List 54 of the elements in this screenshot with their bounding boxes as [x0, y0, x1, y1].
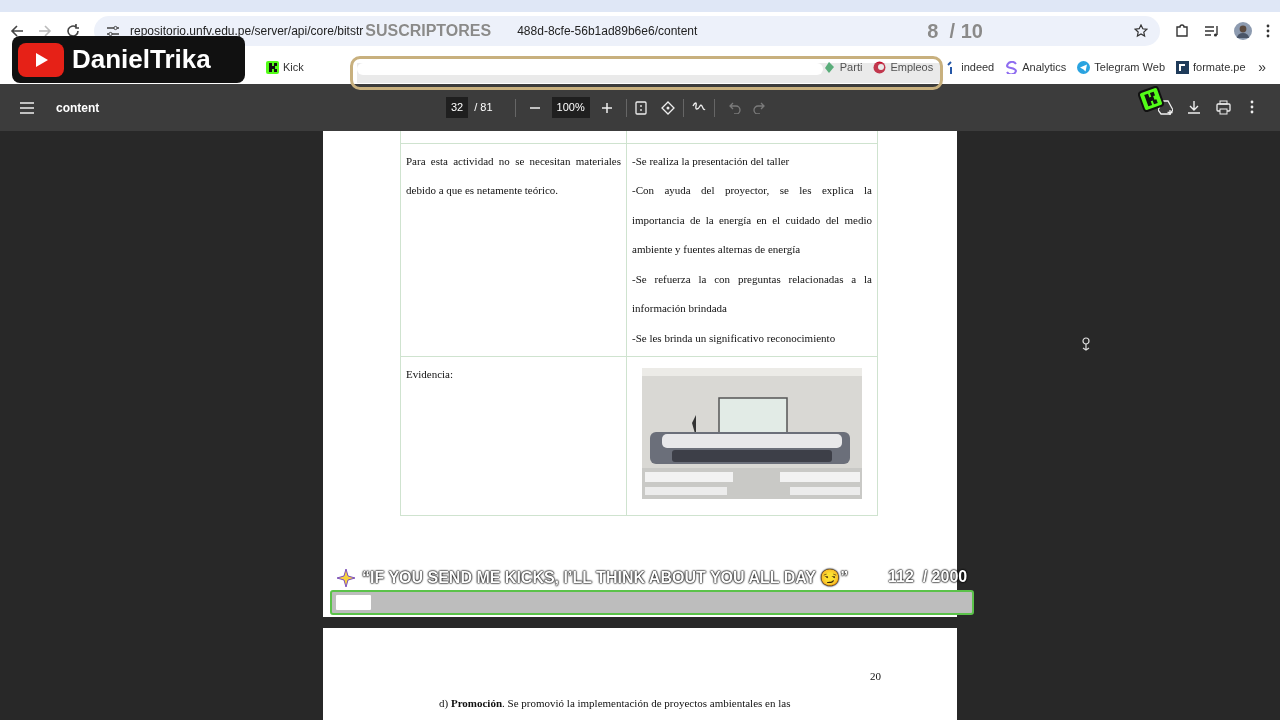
bookmark-link[interactable]: Telegram Web [1077, 58, 1165, 76]
goal-count: 8 / 10 [927, 19, 983, 44]
menu-icon[interactable] [20, 101, 34, 114]
fit-page-icon[interactable] [634, 100, 647, 115]
bookmark-icon [1005, 60, 1019, 74]
kick-icon [1138, 86, 1164, 112]
channel-name: DanielTrika [72, 43, 211, 76]
plus-icon [601, 102, 612, 113]
page-total: / 81 [474, 100, 493, 116]
bookmark-icon [266, 60, 279, 74]
url-text: repositorio.unfv.edu.pe/server/api/core/bitstr [130, 23, 364, 40]
bookmark-link[interactable]: indeed [944, 58, 995, 76]
bookmark-link[interactable]: Parti [822, 58, 863, 76]
download-icon[interactable] [1187, 100, 1202, 115]
bookmark-link[interactable]: Empleos [873, 58, 934, 76]
table-cell-text: -Se les brinda un significativo reconocimiento [632, 330, 837, 346]
page-number-field[interactable]: 32 [446, 97, 469, 118]
bookmark-icon [1176, 60, 1189, 74]
site-settings-icon [106, 25, 120, 37]
back-icon[interactable] [10, 24, 24, 38]
more-bookmarks-button[interactable]: » [1258, 56, 1266, 78]
extensions-icon[interactable] [1174, 23, 1190, 39]
table-cell-text: Para esta actividad no se necesitan materiales debido a que es netamente teórico. [406, 154, 621, 196]
bookmark-link[interactable]: Kick [266, 58, 304, 76]
more-icon[interactable] [1266, 24, 1270, 38]
document-title: content [56, 99, 101, 117]
bookmark-icon [1077, 60, 1091, 74]
zoom-field[interactable]: 100% [551, 97, 590, 118]
table-cell-text: -Se realiza la presentación del taller [632, 153, 791, 169]
url-text: 488d-8cfe-56b1ad89b6e6/content [517, 23, 698, 40]
sparkles-icon [336, 568, 356, 588]
paragraph-text: d) Promoción. Se promovió la implementación de proyectos ambientales en las [439, 696, 791, 709]
bookmark-icon [873, 60, 887, 74]
table-cell-text: Evidencia: [406, 368, 454, 380]
reload-icon[interactable] [66, 24, 80, 38]
bookmark-icon [822, 60, 836, 74]
rotate-icon[interactable] [660, 100, 675, 115]
bookmark-link[interactable]: Analytics [1005, 58, 1067, 76]
table-cell-text: -Con ayuda del proyector, se les explica la importancia de la energía en el cuidado del medio ambiente y fuentes alternas de energía [632, 183, 872, 257]
page-number: 20 [870, 670, 881, 682]
media-icon[interactable] [1204, 24, 1220, 38]
forward-icon[interactable] [38, 24, 52, 38]
star-icon[interactable] [1134, 24, 1148, 38]
table-cell-text: -Se refuerza la con preguntas relacionadas a la información brindada [632, 271, 872, 316]
print-icon[interactable] [1216, 100, 1231, 115]
goal-label: “IF YOU SEND ME KICKS, I’LL THINK ABOUT YOU ALL DAY 😏” [362, 567, 849, 589]
play-icon [18, 42, 64, 77]
undo-icon [728, 101, 741, 114]
redo-icon [752, 101, 765, 114]
bookmark-link[interactable]: formate.pe [1176, 58, 1246, 76]
address-bar[interactable]: repositorio.unfv.edu.pe/server/api/core/bitstr SUSCRIPTORES 488d-8cfe-56b1ad89b6e6/content 8 / 10 [94, 16, 1160, 46]
cursor-icon [1080, 337, 1092, 351]
goal-label: SUSCRIPTORES [365, 21, 492, 41]
avatar-icon[interactable] [1234, 22, 1252, 40]
